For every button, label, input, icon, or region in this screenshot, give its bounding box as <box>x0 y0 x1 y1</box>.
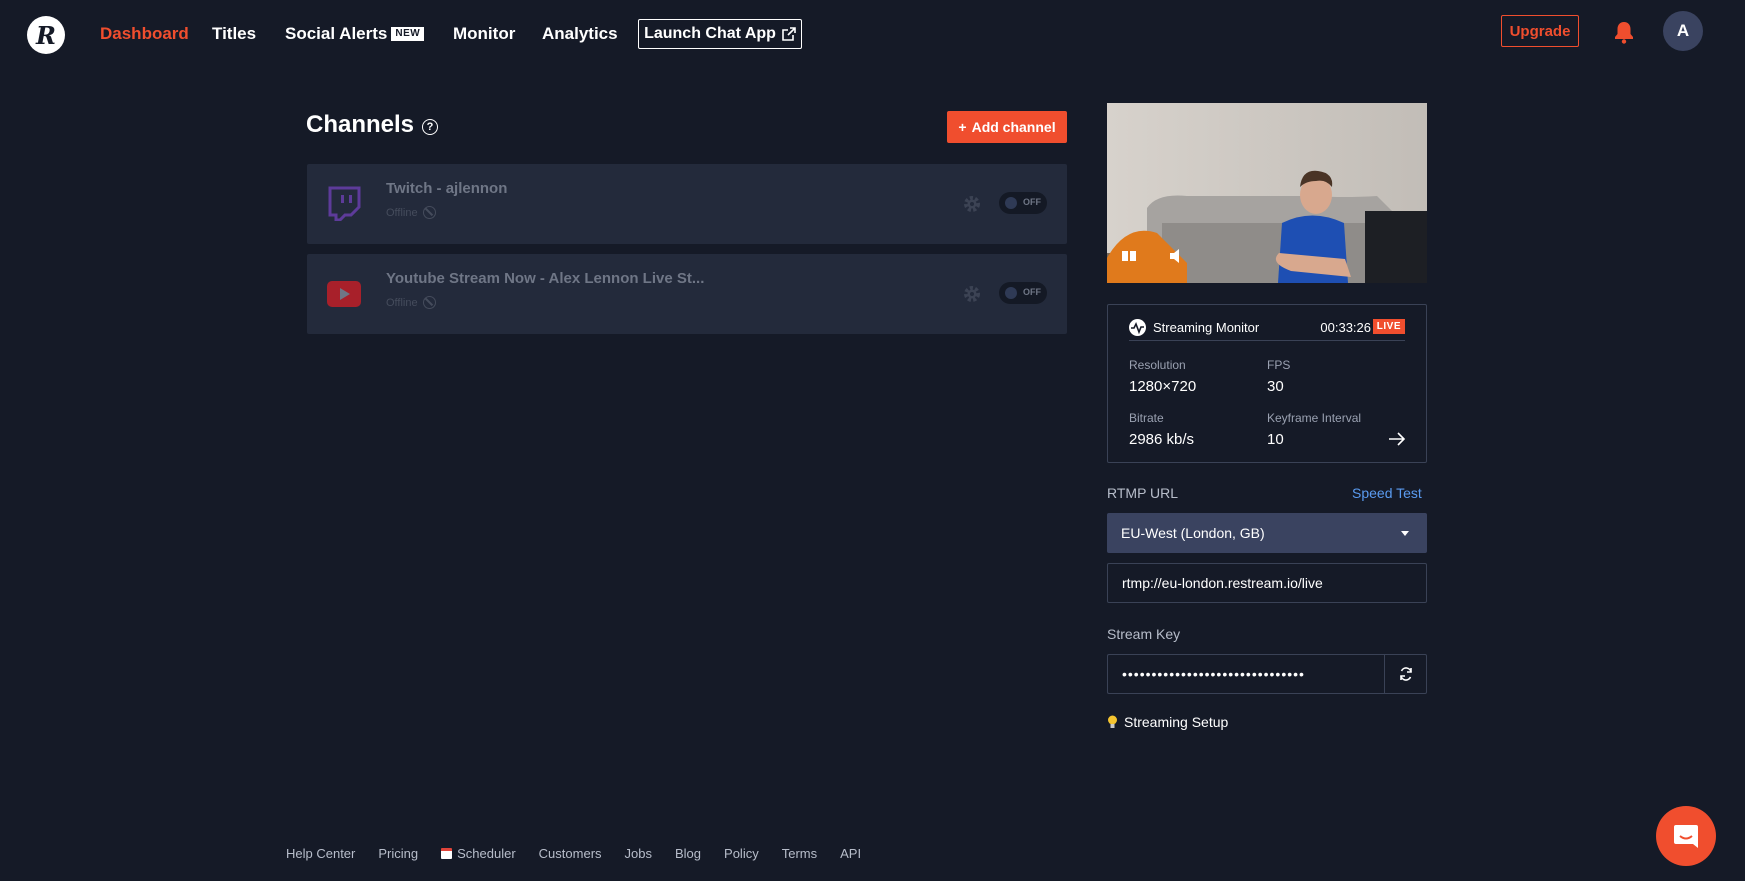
footer-terms[interactable]: Terms <box>782 846 817 861</box>
nav-social-alerts-label: Social Alerts <box>285 24 388 43</box>
footer-jobs[interactable]: Jobs <box>625 846 652 861</box>
footer-api[interactable]: API <box>840 846 861 861</box>
footer-scheduler-label: Scheduler <box>457 846 516 861</box>
chevron-down-icon <box>1401 531 1409 536</box>
toggle-knob <box>1005 287 1017 299</box>
resolution-value: 1280×720 <box>1129 378 1197 395</box>
stream-timer: 00:33:26 <box>1320 320 1371 335</box>
streaming-setup-link[interactable]: Streaming Setup <box>1107 714 1228 730</box>
nav-social-alerts[interactable]: Social Alerts NEW <box>285 24 425 44</box>
restream-logo[interactable]: R <box>27 16 65 54</box>
channel-status-label: Offline <box>386 296 418 309</box>
fps-label: FPS <box>1267 358 1291 372</box>
channel-name: Twitch - ajlennon <box>386 180 508 197</box>
add-channel-label: Add channel <box>971 119 1056 135</box>
twitch-icon <box>328 186 361 221</box>
streaming-monitor: Streaming Monitor 00:33:26 LIVE Resoluti… <box>1107 304 1427 463</box>
footer-help-center[interactable]: Help Center <box>286 846 355 861</box>
bell-icon[interactable] <box>1613 20 1635 44</box>
fps-value: 30 <box>1267 378 1284 395</box>
channels-heading: Channels ? <box>306 111 439 139</box>
nav-monitor[interactable]: Monitor <box>453 24 515 44</box>
launch-chat-app-button[interactable]: Launch Chat App <box>638 19 802 49</box>
refresh-key-button[interactable] <box>1384 654 1427 694</box>
rtmp-url-label: RTMP URL <box>1107 485 1179 501</box>
footer-policy[interactable]: Policy <box>724 846 759 861</box>
new-badge: NEW <box>391 27 425 41</box>
upgrade-button[interactable]: Upgrade <box>1501 15 1579 47</box>
toggle-knob <box>1005 197 1017 209</box>
channel-status-label: Offline <box>386 206 418 219</box>
lightbulb-icon <box>1108 715 1117 728</box>
live-badge: LIVE <box>1372 319 1405 334</box>
gear-icon[interactable] <box>962 284 982 304</box>
nav-dashboard[interactable]: Dashboard <box>100 24 189 44</box>
nav-analytics[interactable]: Analytics <box>542 24 618 44</box>
channel-toggle[interactable]: OFF <box>999 282 1047 304</box>
plus-icon: + <box>958 119 967 135</box>
ban-icon <box>422 296 436 309</box>
channel-name: Youtube Stream Now - Alex Lennon Live St… <box>386 270 705 287</box>
footer: Help Center Pricing Scheduler Customers … <box>286 846 861 861</box>
refresh-icon <box>1399 667 1412 681</box>
avatar[interactable]: A <box>1663 11 1703 51</box>
ban-icon <box>422 206 436 219</box>
monitor-title: Streaming Monitor <box>1153 320 1260 335</box>
external-link-icon <box>782 27 796 41</box>
gear-icon[interactable] <box>962 194 982 214</box>
toggle-label: OFF <box>1023 197 1041 207</box>
stream-key-field[interactable]: ••••••••••••••••••••••••••••••• <box>1107 654 1384 694</box>
preview-video-frame <box>1107 103 1427 283</box>
streaming-setup-label: Streaming Setup <box>1124 714 1229 730</box>
footer-customers[interactable]: Customers <box>539 846 602 861</box>
page-title: Channels <box>306 111 415 138</box>
chat-support-button[interactable] <box>1656 806 1716 866</box>
pulse-icon <box>1129 319 1146 336</box>
toggle-label: OFF <box>1023 287 1041 297</box>
channel-toggle[interactable]: OFF <box>999 192 1047 214</box>
channel-card-youtube[interactable]: Youtube Stream Now - Alex Lennon Live St… <box>307 254 1067 334</box>
add-channel-button[interactable]: + Add channel <box>947 111 1067 143</box>
arrow-right-icon[interactable] <box>1388 432 1406 446</box>
bitrate-value: 2986 kb/s <box>1129 431 1195 448</box>
chat-icon <box>1674 825 1698 848</box>
footer-blog[interactable]: Blog <box>675 846 701 861</box>
footer-scheduler[interactable]: Scheduler <box>441 846 516 861</box>
stream-key-label: Stream Key <box>1107 626 1181 642</box>
monitor-header: Streaming Monitor 00:33:26 LIVE <box>1129 317 1405 341</box>
footer-pricing[interactable]: Pricing <box>378 846 418 861</box>
keyframe-value: 10 <box>1267 431 1284 448</box>
nav-titles[interactable]: Titles <box>212 24 256 44</box>
server-select[interactable]: EU-West (London, GB) <box>1107 513 1427 553</box>
rtmp-url-field[interactable]: rtmp://eu-london.restream.io/live <box>1107 563 1427 603</box>
keyframe-label: Keyframe Interval <box>1267 411 1362 425</box>
channel-status: Offline <box>386 206 436 219</box>
resolution-label: Resolution <box>1129 358 1186 372</box>
server-select-value: EU-West (London, GB) <box>1121 525 1265 541</box>
top-navbar: R Dashboard Titles Social Alerts NEW Moni… <box>0 0 1745 68</box>
calendar-icon <box>441 848 453 859</box>
youtube-icon <box>327 281 361 307</box>
bitrate-label: Bitrate <box>1129 411 1164 425</box>
stream-preview[interactable] <box>1107 103 1427 283</box>
channel-card-twitch[interactable]: Twitch - ajlennon Offline OFF <box>307 164 1067 244</box>
launch-chat-app-label: Launch Chat App <box>644 25 776 42</box>
channel-status: Offline <box>386 296 436 309</box>
speed-test-link[interactable]: Speed Test <box>1352 485 1422 501</box>
help-icon[interactable]: ? <box>422 118 439 135</box>
